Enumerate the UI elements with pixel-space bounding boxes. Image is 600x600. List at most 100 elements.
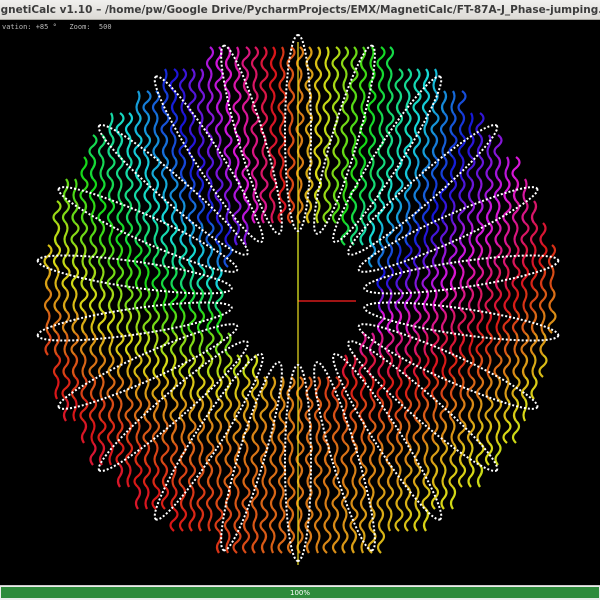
field-arrow bbox=[216, 464, 222, 488]
field-arrow bbox=[323, 508, 331, 532]
field-arrow bbox=[170, 200, 178, 224]
field-arrow bbox=[287, 464, 295, 488]
field-arrow bbox=[467, 288, 475, 312]
field-arrow bbox=[53, 332, 61, 356]
field-arrow bbox=[350, 156, 358, 180]
field-arrow bbox=[52, 310, 62, 334]
field-arrow bbox=[169, 508, 179, 532]
field-arrow bbox=[448, 464, 458, 488]
field-arrow bbox=[242, 134, 250, 158]
field-arrow bbox=[448, 134, 458, 158]
field-arrow bbox=[70, 332, 80, 356]
winding-loop bbox=[36, 254, 233, 295]
field-arrow bbox=[279, 376, 285, 400]
field-arrow bbox=[457, 310, 467, 334]
field-arrow bbox=[224, 222, 232, 246]
field-arrow bbox=[45, 310, 51, 334]
field-arrow bbox=[197, 288, 205, 312]
field-arrow bbox=[269, 46, 277, 70]
field-arrow bbox=[323, 178, 331, 202]
field-arrow bbox=[207, 288, 213, 312]
field-arrow bbox=[160, 486, 170, 510]
field-arrow bbox=[197, 68, 205, 92]
field-arrow bbox=[377, 68, 385, 92]
field-arrow bbox=[144, 156, 150, 180]
field-arrow bbox=[144, 376, 150, 400]
field-arrow bbox=[313, 508, 323, 532]
field-arrow bbox=[261, 134, 267, 158]
field-arrow bbox=[261, 464, 267, 488]
3d-field-viewport[interactable]: vation: +85 ° Zoom: 500 bbox=[0, 20, 600, 585]
field-arrow bbox=[520, 222, 530, 246]
field-arrow bbox=[179, 486, 187, 510]
field-arrow bbox=[457, 134, 467, 158]
field-arrow bbox=[225, 420, 231, 444]
field-arrow bbox=[385, 486, 395, 510]
field-arrow bbox=[287, 134, 295, 158]
field-arrow bbox=[503, 178, 511, 202]
field-arrow bbox=[107, 244, 115, 268]
field-arrow bbox=[331, 46, 341, 70]
field-arrow bbox=[151, 266, 161, 290]
window-title-bar[interactable]: MagnetiCalc v1.10 – /home/pw/Google Driv… bbox=[0, 0, 600, 20]
field-arrow bbox=[350, 530, 358, 554]
field-arrow bbox=[179, 332, 187, 356]
field-arrow bbox=[179, 222, 187, 246]
field-arrow bbox=[521, 354, 529, 378]
field-arrow bbox=[323, 398, 331, 422]
field-arrow bbox=[494, 266, 502, 290]
field-arrow bbox=[502, 310, 512, 334]
field-arrow bbox=[358, 134, 368, 158]
field-arrow bbox=[494, 332, 502, 356]
field-arrow bbox=[421, 266, 431, 290]
field-arrow bbox=[63, 332, 69, 356]
field-arrow bbox=[520, 266, 530, 290]
field-arrow bbox=[368, 398, 376, 422]
field-arrow bbox=[98, 398, 106, 422]
field-arrow bbox=[313, 68, 323, 92]
field-arrow bbox=[260, 156, 268, 180]
field-arrow bbox=[485, 200, 493, 224]
field-arrow bbox=[215, 420, 223, 444]
field-arrow bbox=[376, 420, 386, 444]
field-arrow bbox=[477, 398, 483, 422]
field-arrow bbox=[251, 354, 259, 378]
field-arrow bbox=[522, 288, 528, 312]
field-arrow bbox=[216, 354, 222, 378]
field-arrow bbox=[89, 156, 97, 180]
field-arrow bbox=[180, 420, 186, 444]
field-arrow bbox=[511, 156, 521, 180]
field-arrow bbox=[297, 508, 303, 532]
field-arrow bbox=[386, 90, 394, 114]
field-arrow bbox=[80, 156, 88, 180]
field-arrow bbox=[314, 376, 322, 400]
field-arrow bbox=[529, 288, 539, 312]
field-arrow bbox=[134, 442, 142, 466]
field-arrow bbox=[225, 530, 231, 554]
field-arrow bbox=[178, 464, 188, 488]
field-arrow bbox=[151, 90, 161, 114]
field-arrow bbox=[233, 68, 241, 92]
field-arrow bbox=[304, 112, 314, 136]
field-arrow bbox=[99, 266, 105, 290]
field-arrow bbox=[152, 464, 160, 488]
field-arrow bbox=[457, 90, 467, 114]
field-arrow bbox=[232, 420, 242, 444]
field-arrow bbox=[241, 156, 251, 180]
field-arrow bbox=[188, 112, 196, 136]
field-arrow bbox=[287, 508, 295, 532]
field-arrow bbox=[196, 420, 206, 444]
field-arrow bbox=[386, 244, 394, 268]
field-arrow bbox=[493, 398, 503, 422]
field-arrow bbox=[385, 156, 395, 180]
field-arrow bbox=[377, 354, 385, 378]
field-arrow bbox=[341, 354, 349, 378]
field-arrow bbox=[260, 420, 268, 444]
field-arrow bbox=[530, 310, 538, 334]
field-arrow bbox=[504, 376, 510, 400]
field-arrow bbox=[133, 398, 143, 422]
field-arrow bbox=[288, 112, 294, 136]
field-arrow bbox=[90, 420, 96, 444]
field-arrow bbox=[385, 442, 395, 466]
field-arrow bbox=[116, 134, 124, 158]
